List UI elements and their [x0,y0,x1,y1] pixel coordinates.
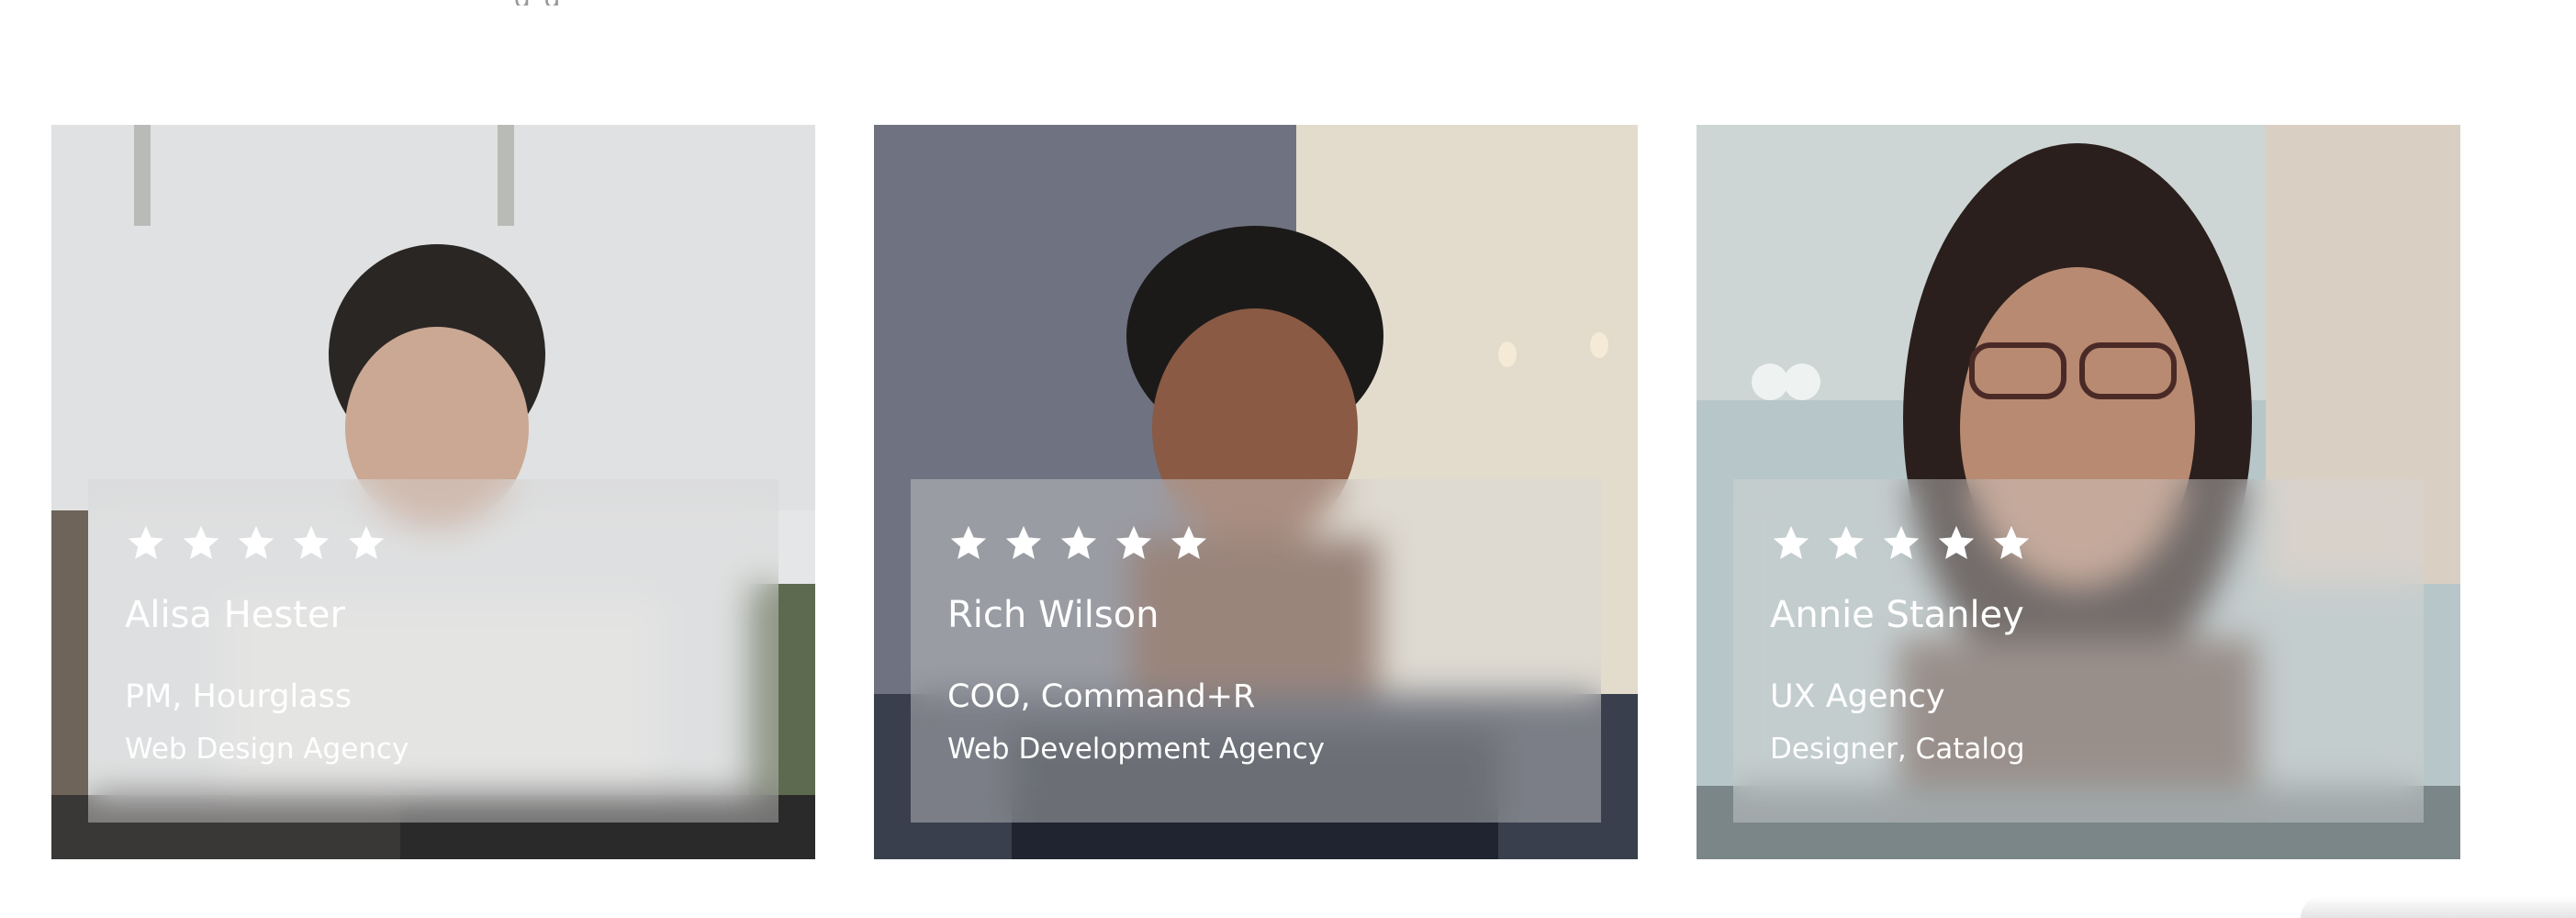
star-icon [950,525,987,560]
reviewer-company: Designer, Catalog [1770,733,2025,766]
reviewer-role: COO, Command+R [947,678,1256,715]
cut-off-heading-text: g g [514,0,1249,6]
reviewer-company: Web Development Agency [947,733,1325,766]
testimonial-card: Rich Wilson COO, Command+R Web Developme… [874,125,1638,859]
star-icon [293,525,330,560]
rating-stars [947,521,1564,565]
testimonial-info-panel: Annie Stanley UX Agency Designer, Catalo… [1733,479,2424,823]
rating-stars [125,521,742,565]
corner-shadow-decoration [2301,896,2576,918]
testimonials-section: g g [0,0,2576,918]
rating-stars [1770,521,2387,565]
star-icon [1115,525,1152,560]
reviewer-name: Annie Stanley [1770,594,2024,636]
star-icon [1005,525,1042,560]
star-icon [238,525,274,560]
star-icon [1828,525,1865,560]
reviewer-role: UX Agency [1770,678,1945,715]
reviewer-name: Rich Wilson [947,594,1159,636]
star-icon [1993,525,2030,560]
star-icon [1883,525,1920,560]
star-icon [348,525,385,560]
testimonial-card: Annie Stanley UX Agency Designer, Catalo… [1697,125,2460,859]
star-icon [183,525,219,560]
star-icon [1773,525,1809,560]
star-icon [1060,525,1097,560]
testimonial-card: Alisa Hester PM, Hourglass Web Design Ag… [51,125,815,859]
star-icon [1938,525,1975,560]
star-icon [128,525,164,560]
reviewer-name: Alisa Hester [125,594,345,636]
reviewer-role: PM, Hourglass [125,678,353,715]
reviewer-company: Web Design Agency [125,733,409,766]
star-icon [1170,525,1207,560]
testimonial-cards: Alisa Hester PM, Hourglass Web Design Ag… [51,125,2460,859]
testimonial-info-panel: Rich Wilson COO, Command+R Web Developme… [911,479,1601,823]
testimonial-info-panel: Alisa Hester PM, Hourglass Web Design Ag… [88,479,778,823]
